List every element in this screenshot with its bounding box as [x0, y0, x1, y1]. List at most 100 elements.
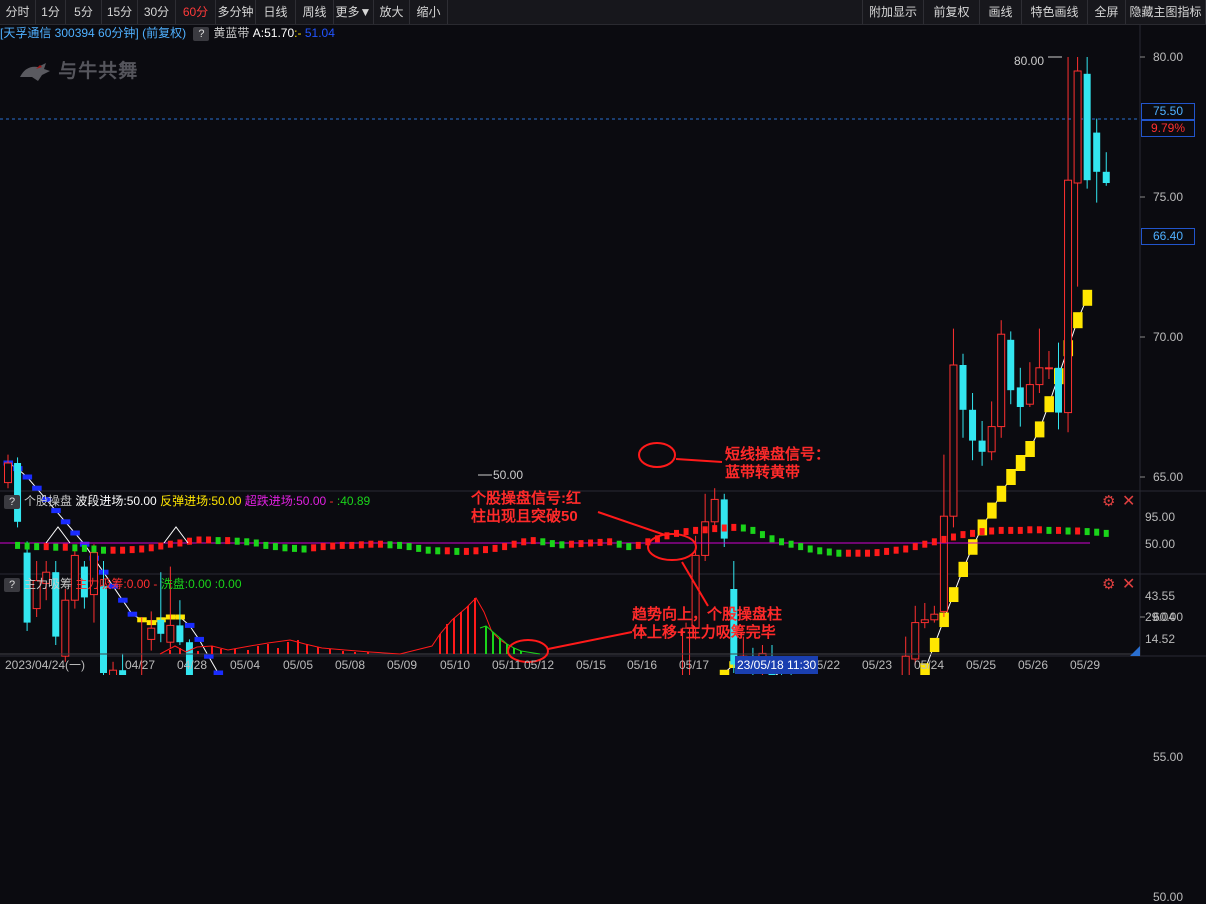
toolbar-button-10[interactable]: 放大	[374, 0, 410, 24]
candle-body-94	[901, 655, 910, 675]
band-block-3	[32, 485, 42, 491]
ind1-mark-42	[406, 543, 412, 551]
ind2-help-button[interactable]: ?	[4, 578, 20, 592]
ind1-mark-87	[836, 549, 842, 557]
ind2-dash: -	[153, 577, 158, 591]
ind1-oversold-entry: 超跌进场:50.00	[244, 494, 327, 508]
ind1-mark-108	[1036, 526, 1042, 534]
candle-body-105	[1007, 339, 1015, 391]
toolbar-right-button-3[interactable]: 特色画线	[1022, 0, 1088, 24]
ind1-mark-35	[339, 541, 345, 549]
ind1-mark-24	[234, 537, 240, 545]
candle-body-98	[939, 515, 948, 612]
ind1-help-button[interactable]: ?	[4, 495, 20, 509]
candle-body-100	[959, 365, 967, 410]
ind1-dash: -	[329, 494, 334, 508]
ind2-washout: 洗盘:0.00	[160, 577, 212, 591]
toolbar: 分时 1分 5分 15分 30分 60分 多分钟 日线 周线 更多▼ 放大 缩小 附加显示 前复权 画线 特色…	[0, 0, 1206, 25]
band-block-13	[127, 611, 138, 617]
toolbar-button-0[interactable]: 分时	[0, 0, 36, 24]
cursor-date-highlight: 23/05/18 11:30	[735, 656, 819, 674]
ind1-mark-18	[177, 539, 183, 547]
ind2-header: ? 主力吸筹 主力吸筹:0.00 - 洗盘:0.00 :0.00	[0, 576, 242, 592]
ind1-mark-101	[970, 529, 976, 537]
ind1-mark-58	[559, 541, 565, 549]
toolbar-right-button-2[interactable]: 画线	[980, 0, 1022, 24]
candle-body-16	[157, 619, 165, 634]
ind1-mark-41	[397, 541, 403, 549]
band-block-2	[22, 474, 33, 480]
ind1-mark-110	[1056, 526, 1061, 534]
indicator-help-button[interactable]: ?	[193, 27, 210, 41]
ind1-mark-31	[301, 545, 307, 553]
candle-body-74	[710, 498, 719, 523]
watermark-logo: 与牛共舞	[18, 56, 138, 83]
date-label-10: 05/15	[576, 658, 607, 672]
candle-body-106	[1016, 387, 1024, 407]
date-label-3: 05/04	[230, 658, 261, 672]
ind2-name: 主力吸筹	[24, 577, 73, 591]
ind1-value: :40.89	[336, 494, 371, 508]
ind1-mark-89	[855, 549, 861, 557]
band-block-104	[996, 485, 1007, 502]
stock-chart[interactable]	[0, 0, 1206, 675]
toolbar-button-8[interactable]: 周线	[296, 0, 334, 24]
candle-body-107	[1025, 384, 1034, 405]
ind1-header: ? 个股操盘 波段进场:50.00 反弹进场:50.00 超跌进场:50.00 -…	[0, 493, 370, 509]
toolbar-button-9[interactable]: 更多▼	[334, 0, 374, 24]
ind1-mark-37	[358, 541, 364, 549]
ind1-mark-82	[788, 540, 794, 548]
ind1-mark-92	[884, 547, 890, 555]
date-label-15: 05/24	[914, 658, 945, 672]
ind1-axis-50: 50.00	[1145, 537, 1176, 551]
toolbar-right-button-5[interactable]: 隐藏主图指标	[1126, 0, 1206, 24]
ind1-mark-98	[941, 535, 947, 543]
ind1-settings-icon[interactable]: ⚙	[1102, 494, 1115, 510]
toolbar-right-button-4[interactable]: 全屏	[1088, 0, 1126, 24]
ind2-close-icon[interactable]: ✕	[1122, 577, 1135, 593]
date-label-7: 05/10	[440, 658, 471, 672]
toolbar-right-button-1[interactable]: 前复权	[924, 0, 980, 24]
ind1-mark-34	[330, 542, 336, 550]
ind1-mark-81	[779, 538, 785, 546]
ind1-mark-7	[72, 544, 78, 552]
ind1-mark-19	[186, 537, 192, 545]
candle-body-101	[969, 409, 977, 441]
ind1-mark-99	[950, 533, 956, 541]
ind1-mark-13	[129, 546, 135, 554]
ind1-mark-105	[1008, 526, 1014, 534]
toolbar-button-1[interactable]: 1分	[36, 0, 66, 24]
ind1-close-icon[interactable]: ✕	[1122, 494, 1135, 510]
ind1-mark-56	[540, 538, 546, 546]
ind2-settings-icon[interactable]: ⚙	[1102, 577, 1115, 593]
ind1-mark-85	[817, 547, 823, 555]
toolbar-button-6[interactable]: 多分钟	[216, 0, 256, 24]
toolbar-button-2[interactable]: 5分	[66, 0, 102, 24]
ind1-mark-97	[931, 538, 937, 546]
ind1-mark-106	[1017, 526, 1023, 534]
toolbar-right-button-0[interactable]: 附加显示	[862, 0, 924, 24]
toolbar-button-11[interactable]: 缩小	[410, 0, 448, 24]
main-indicator-sep: :-	[294, 26, 302, 40]
band-block-12	[118, 597, 128, 603]
band-block-6	[60, 519, 71, 525]
candle-body-99	[949, 364, 958, 517]
ind1-mark-72	[693, 526, 699, 534]
candle-body-6	[61, 599, 70, 657]
band-block-109	[1044, 396, 1054, 413]
annotation-3-line2: 体上移+主力吸筹完毕	[632, 624, 776, 641]
ind1-mark-22	[215, 537, 221, 545]
ind1-mark-93	[893, 546, 899, 554]
toolbar-button-4[interactable]: 30分	[138, 0, 176, 24]
ind2-axis-low: 14.52	[1145, 632, 1176, 646]
candle-body-110	[1055, 367, 1062, 413]
toolbar-button-3[interactable]: 15分	[102, 0, 138, 24]
ind1-mark-3	[34, 543, 40, 551]
ind1-mark-33	[320, 543, 326, 551]
toolbar-button-5[interactable]: 60分	[176, 0, 216, 24]
band-block-20	[194, 636, 204, 642]
ind1-mark-83	[798, 543, 804, 551]
ind1-mark-32	[311, 544, 317, 552]
price-tick-5: 55.00	[1153, 750, 1184, 764]
toolbar-button-7[interactable]: 日线	[256, 0, 296, 24]
